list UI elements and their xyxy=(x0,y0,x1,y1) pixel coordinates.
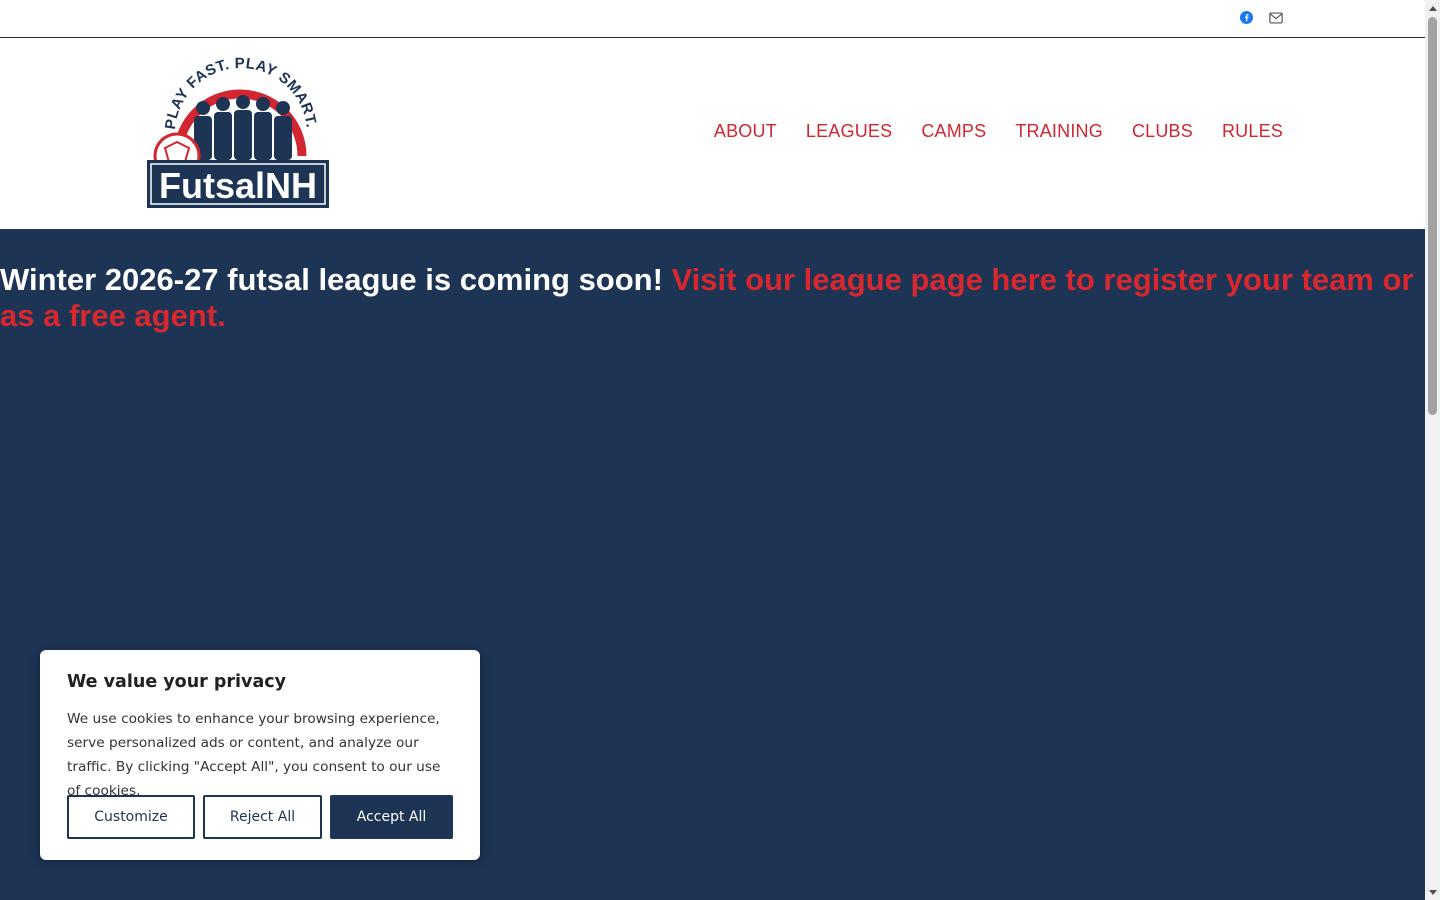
top-bar xyxy=(0,0,1425,38)
svg-text:FutsalNH: FutsalNH xyxy=(159,165,317,206)
chevron-down-icon xyxy=(1428,889,1437,895)
email-icon xyxy=(1268,11,1283,24)
social-links xyxy=(1239,10,1283,25)
cookie-consent-banner: We value your privacy We use cookies to … xyxy=(40,650,480,860)
chevron-up-icon xyxy=(1428,5,1437,11)
site-header: PLAY FAST. PLAY SMART. FutsalNH ABOUT LE… xyxy=(0,38,1425,229)
customize-button[interactable]: Customize xyxy=(67,795,195,839)
scrollbar-thumb[interactable] xyxy=(1428,17,1437,415)
cookie-buttons: Customize Reject All Accept All xyxy=(67,795,453,839)
email-link[interactable] xyxy=(1268,10,1283,25)
main-nav: ABOUT LEAGUES CAMPS TRAINING CLUBS RULES xyxy=(714,121,1283,142)
headline-text: Winter 2026-27 futsal league is coming s… xyxy=(0,262,672,297)
futsalnh-logo[interactable]: PLAY FAST. PLAY SMART. FutsalNH xyxy=(145,56,335,212)
page: PLAY FAST. PLAY SMART. FutsalNH ABOUT LE… xyxy=(0,0,1425,900)
reject-all-button[interactable]: Reject All xyxy=(203,795,322,839)
scroll-up-arrow[interactable] xyxy=(1425,0,1440,15)
nav-training[interactable]: TRAINING xyxy=(1015,121,1103,142)
facebook-icon xyxy=(1240,11,1253,24)
cookie-title: We value your privacy xyxy=(67,672,287,692)
cookie-body: We use cookies to enhance your browsing … xyxy=(67,711,441,799)
nav-rules[interactable]: RULES xyxy=(1222,121,1283,142)
scroll-down-arrow[interactable] xyxy=(1425,885,1440,900)
accept-all-button[interactable]: Accept All xyxy=(330,795,453,839)
nav-about[interactable]: ABOUT xyxy=(714,121,777,142)
vertical-scrollbar[interactable] xyxy=(1425,0,1440,900)
hero-headline: Winter 2026-27 futsal league is coming s… xyxy=(0,262,1420,334)
facebook-link[interactable] xyxy=(1239,10,1254,25)
nav-leagues[interactable]: LEAGUES xyxy=(806,121,892,142)
nav-clubs[interactable]: CLUBS xyxy=(1132,121,1193,142)
nav-camps[interactable]: CAMPS xyxy=(921,121,986,142)
